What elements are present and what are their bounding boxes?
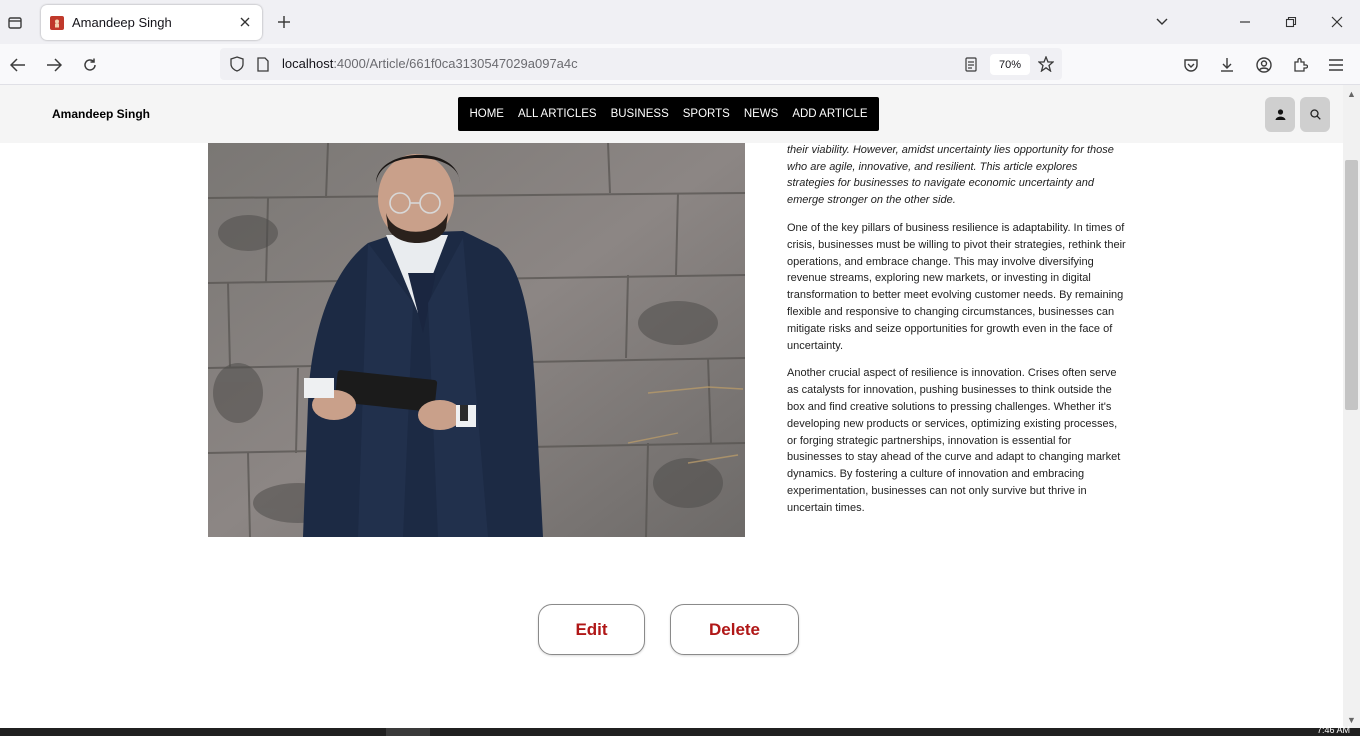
tab-title: Amandeep Singh [72, 15, 172, 30]
list-all-tabs-icon[interactable] [1152, 12, 1172, 32]
scroll-thumb[interactable] [1345, 160, 1358, 410]
nav-business[interactable]: BUSINESS [604, 108, 676, 120]
article-paragraph: Another crucial aspect of resilience is … [787, 367, 1121, 514]
delete-button[interactable]: Delete [670, 604, 799, 655]
article-image [208, 143, 745, 537]
nav-add-article[interactable]: ADD ARTICLE [785, 108, 874, 120]
url-path: :4000/Article/661f0ca3130547029a097a4c [333, 56, 578, 71]
scroll-up-icon[interactable]: ▲ [1346, 88, 1357, 99]
url-host: localhost [282, 56, 334, 71]
shield-icon[interactable] [226, 53, 248, 75]
page-viewport: Amandeep Singh HOME ALL ARTICLES BUSINES… [0, 85, 1343, 728]
menu-icon[interactable] [1325, 54, 1347, 76]
downloads-icon[interactable] [1216, 54, 1238, 76]
scroll-down-icon[interactable]: ▼ [1346, 714, 1357, 725]
zoom-level[interactable]: 70% [990, 54, 1030, 75]
extensions-icon[interactable] [1289, 54, 1311, 76]
taskbar-app[interactable] [386, 728, 430, 736]
search-icon [1309, 109, 1321, 120]
article-body: pandemic, businesses face a myriad of ch… [787, 125, 1127, 528]
tab-list-icon[interactable] [4, 12, 26, 34]
restore-icon[interactable] [1281, 12, 1301, 32]
taskbar-clock: 7:46 AM [1316, 725, 1350, 735]
page-icon[interactable] [252, 53, 274, 75]
site-brand[interactable]: Amandeep Singh [52, 107, 150, 121]
account-icon[interactable] [1253, 54, 1275, 76]
site-header: Amandeep Singh HOME ALL ARTICLES BUSINES… [0, 85, 1343, 143]
new-tab-icon[interactable] [274, 12, 294, 32]
url-text: localhost:4000/Article/661f0ca3130547029… [282, 56, 578, 71]
close-window-icon[interactable] [1327, 12, 1347, 32]
edit-button[interactable]: Edit [538, 604, 645, 655]
os-taskbar: 7:46 AM [0, 725, 1360, 736]
bookmark-star-icon[interactable] [1035, 53, 1057, 75]
browser-nav-bar: localhost:4000/Article/661f0ca3130547029… [0, 44, 1360, 85]
main-nav: HOME ALL ARTICLES BUSINESS SPORTS NEWS A… [458, 97, 879, 131]
reload-icon[interactable] [79, 54, 101, 76]
nav-all-articles[interactable]: ALL ARTICLES [511, 108, 604, 120]
user-icon [1275, 109, 1285, 120]
pocket-icon[interactable] [1180, 54, 1202, 76]
url-bar[interactable]: localhost:4000/Article/661f0ca3130547029… [220, 48, 1062, 80]
reader-view-icon[interactable] [960, 53, 982, 75]
search-button[interactable] [1300, 97, 1330, 132]
browser-tab-bar: Amandeep Singh [0, 0, 1360, 44]
user-button[interactable] [1265, 97, 1295, 132]
minimize-icon[interactable] [1235, 12, 1255, 32]
browser-tab[interactable]: Amandeep Singh [41, 5, 262, 40]
forward-icon[interactable] [43, 54, 65, 76]
nav-sports[interactable]: SPORTS [676, 108, 737, 120]
page-scrollbar[interactable]: ▲ ▼ [1343, 85, 1360, 728]
nav-news[interactable]: NEWS [737, 108, 786, 120]
back-icon[interactable] [7, 54, 29, 76]
close-tab-icon[interactable] [237, 14, 253, 30]
site-favicon-icon [50, 15, 64, 30]
nav-home[interactable]: HOME [462, 108, 511, 120]
article-paragraph: One of the key pillars of business resil… [787, 221, 1126, 352]
